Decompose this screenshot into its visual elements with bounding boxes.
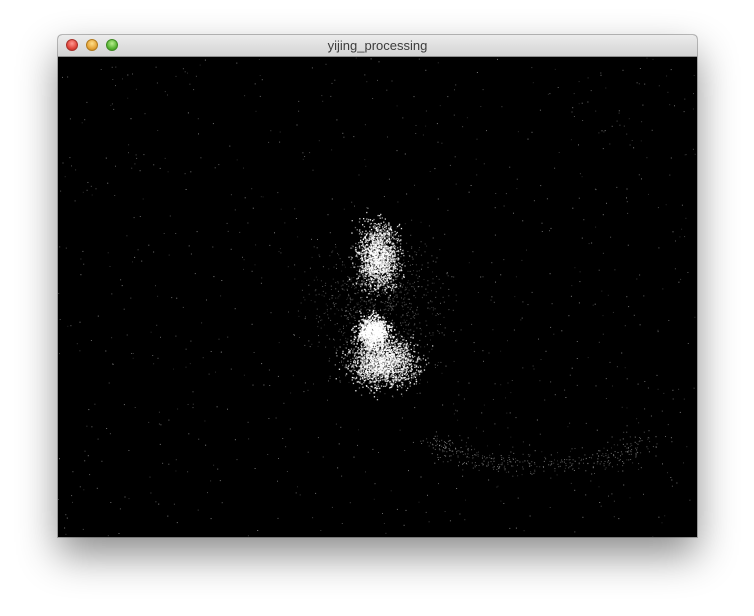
particle-cloud [58,57,696,537]
window-title: yijing_processing [327,38,428,53]
sketch-window: yijing_processing [58,35,697,537]
title-bar[interactable]: yijing_processing [58,35,697,57]
sketch-canvas[interactable] [58,57,697,537]
